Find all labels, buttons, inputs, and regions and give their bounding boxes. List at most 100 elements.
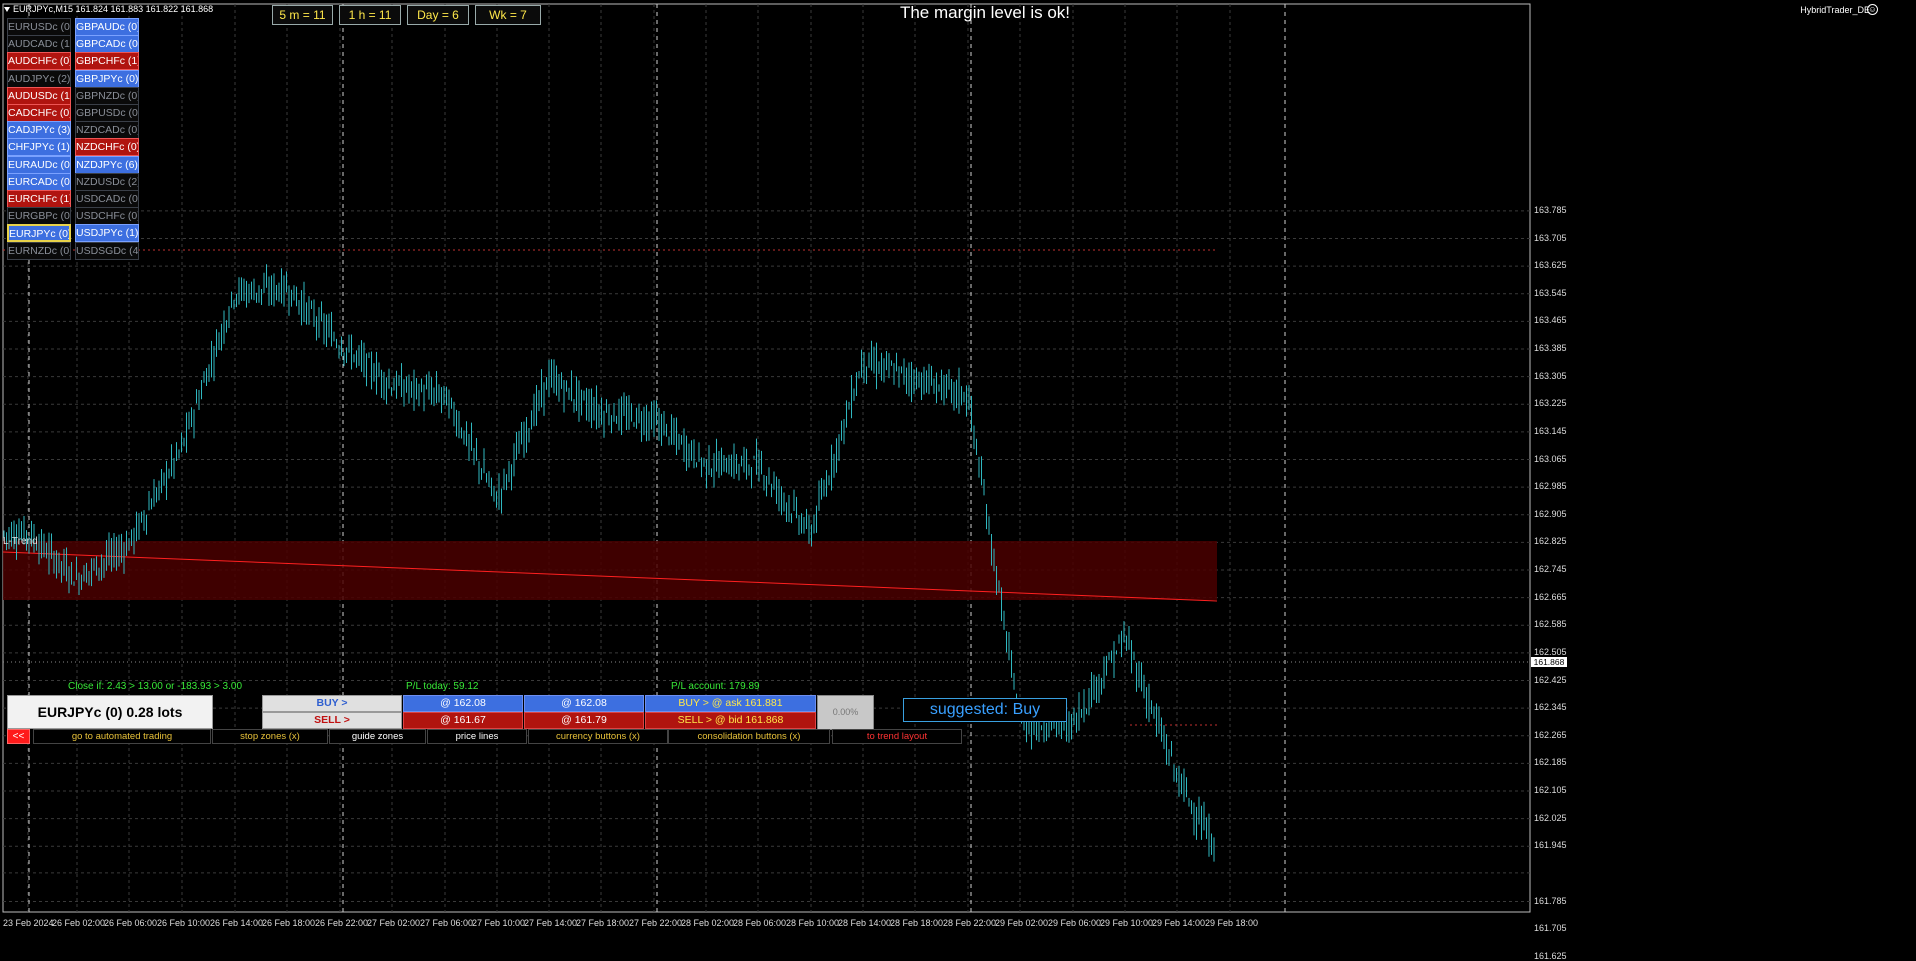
price-tick-label: 162.985 (1534, 481, 1567, 492)
currency-button[interactable]: USDJPYc (1) (75, 224, 139, 243)
symbol-info: EURJPYc,M15 161.824 161.883 161.822 161.… (4, 4, 213, 14)
trend-label: L-Trend (3, 536, 38, 547)
timeframe-day-button[interactable]: Day = 6 (407, 5, 469, 25)
timeframe-5m-button[interactable]: 5 m = 11 (272, 5, 333, 25)
price-tick-label: 163.385 (1534, 343, 1567, 353)
buy-ask-button[interactable]: BUY > @ ask 161.881 (645, 695, 816, 712)
currency-button[interactable]: GBPCHFc (1) (75, 52, 139, 71)
time-tick-label: 27 Feb 10:00 (472, 918, 526, 928)
currency-button[interactable]: GBPJPYc (0) (75, 69, 139, 88)
currency-button[interactable]: GBPAUDc (0) (75, 18, 139, 36)
currency-button[interactable]: AUDUSDc (1) (7, 86, 71, 105)
time-tick-label: 27 Feb 18:00 (576, 918, 630, 928)
price-tick-label: 161.945 (1534, 840, 1567, 851)
currency-button[interactable]: EURNZDc (0) (7, 241, 71, 260)
currency-button[interactable]: NZDCADc (0) (75, 121, 139, 140)
dropdown-triangle-icon (4, 7, 10, 13)
sell-price-1-button[interactable]: @ 161.67 (403, 712, 523, 729)
time-tick-label: 23 Feb 2024 (3, 918, 54, 928)
price-tick-label: 163.785 (1534, 204, 1567, 215)
price-tick-label: 162.265 (1534, 729, 1567, 740)
percent-button[interactable]: 0.00% (817, 695, 874, 730)
smiley-icon: ☺ (1867, 4, 1878, 15)
margin-status-message: The margin level is ok! (899, 3, 1071, 22)
currency-button[interactable]: GBPUSDc (0) (75, 104, 139, 122)
suggestion-box: suggested: Buy (903, 698, 1067, 722)
sell-price-2-button[interactable]: @ 161.79 (524, 712, 644, 729)
time-tick-label: 27 Feb 14:00 (524, 918, 578, 928)
timeframe-week-button[interactable]: Wk = 7 (475, 5, 541, 25)
price-tick-label: 162.665 (1534, 591, 1567, 602)
currency-button[interactable]: EURCADc (0) (7, 172, 71, 191)
time-tick-label: 26 Feb 02:00 (52, 918, 106, 928)
back-button[interactable]: << (7, 729, 30, 744)
currency-button[interactable]: CHFJPYc (1) (7, 138, 71, 157)
currency-button[interactable]: EURCHFc (1) (7, 190, 71, 208)
time-tick-label: 26 Feb 10:00 (157, 918, 211, 928)
price-tick-label: 162.425 (1534, 674, 1567, 685)
currency-button[interactable]: EURUSDc (0) (7, 18, 71, 36)
price-tick-label: 163.305 (1534, 370, 1567, 381)
symbol-info-text: EURJPYc,M15 161.824 161.883 161.822 161.… (13, 4, 214, 14)
brand-label: HybridTrader_DE (1800, 5, 1870, 15)
bottom-toolbar-button[interactable]: price lines (427, 729, 527, 744)
pl-account-text: P/L account: 179.89 (671, 681, 760, 692)
currency-button[interactable]: CADJPYc (3) (7, 121, 71, 140)
bottom-toolbar-button[interactable]: go to automated trading (33, 729, 211, 744)
price-tick-label: 162.025 (1534, 812, 1567, 823)
chart-frame (2, 3, 1531, 913)
currency-button[interactable]: GBPNZDc (0) (75, 86, 139, 105)
price-tick-label: 161.705 (1534, 923, 1567, 934)
bottom-toolbar-button[interactable]: to trend layout (832, 729, 962, 744)
price-tick-label: 163.545 (1534, 287, 1567, 298)
currency-button[interactable]: AUDJPYc (2) (7, 69, 71, 88)
price-tick-label: 162.185 (1534, 757, 1567, 768)
time-tick-label: 27 Feb 22:00 (629, 918, 683, 928)
buy-button[interactable]: BUY > (262, 695, 402, 712)
time-tick-label: 26 Feb 14:00 (210, 918, 264, 928)
price-tick-label: 163.705 (1534, 232, 1567, 243)
time-tick-label: 28 Feb 06:00 (733, 918, 787, 928)
buy-price-1-button[interactable]: @ 162.08 (403, 695, 523, 712)
time-tick-label: 26 Feb 06:00 (104, 918, 158, 928)
time-tick-label: 27 Feb 02:00 (367, 918, 421, 928)
time-tick-label: 29 Feb 02:00 (995, 918, 1049, 928)
price-tick-label: 163.625 (1534, 260, 1567, 271)
time-tick-label: 28 Feb 14:00 (838, 918, 892, 928)
bottom-toolbar-button[interactable]: consolidation buttons (x) (668, 729, 830, 744)
currency-button[interactable]: EURAUDc (0) (7, 155, 71, 174)
currency-button[interactable]: USDSGDc (4) (75, 241, 139, 260)
currency-button[interactable]: EURJPYc (0) (7, 224, 71, 243)
currency-button[interactable]: GBPCADc (0) (75, 35, 139, 54)
currency-button[interactable]: EURGBPc (0) (7, 207, 71, 226)
price-tick-label: 162.505 (1534, 646, 1567, 657)
currency-button[interactable]: USDCHFc (0) (75, 207, 139, 226)
pl-today-text: P/L today: 59.12 (406, 681, 479, 692)
price-chart[interactable] (0, 0, 1916, 933)
time-tick-label: 29 Feb 10:00 (1100, 918, 1154, 928)
sell-bid-button[interactable]: SELL > @ bid 161.868 (645, 712, 816, 729)
bottom-toolbar-button[interactable]: guide zones (329, 729, 426, 744)
buy-price-2-button[interactable]: @ 162.08 (524, 695, 644, 712)
price-tick-label: 163.225 (1534, 398, 1567, 409)
currency-button[interactable]: NZDUSDc (2) (75, 172, 139, 191)
price-tick-label: 163.145 (1534, 425, 1567, 436)
time-tick-label: 26 Feb 22:00 (315, 918, 369, 928)
time-tick-label: 27 Feb 06:00 (420, 918, 474, 928)
timeframe-1h-button[interactable]: 1 h = 11 (339, 5, 401, 25)
currency-button[interactable]: USDCADc (0) (75, 190, 139, 208)
price-tick-label: 161.785 (1534, 895, 1567, 906)
price-tick-label: 163.465 (1534, 315, 1567, 326)
bottom-toolbar-button[interactable]: stop zones (x) (212, 729, 328, 744)
currency-button[interactable]: NZDJPYc (6) (75, 155, 139, 174)
currency-button[interactable]: AUDCHFc (0) (7, 52, 71, 71)
time-tick-label: 28 Feb 10:00 (786, 918, 840, 928)
currency-button[interactable]: CADCHFc (0) (7, 104, 71, 122)
currency-button[interactable]: NZDCHFc (0) (75, 138, 139, 157)
currency-button[interactable]: AUDCADc (1) (7, 35, 71, 54)
time-tick-label: 26 Feb 18:00 (262, 918, 316, 928)
price-tick-label: 162.105 (1534, 785, 1567, 796)
bottom-toolbar-button[interactable]: currency buttons (x) (528, 729, 668, 744)
sell-button[interactable]: SELL > (262, 712, 402, 729)
price-tick-label: 162.825 (1534, 536, 1567, 547)
